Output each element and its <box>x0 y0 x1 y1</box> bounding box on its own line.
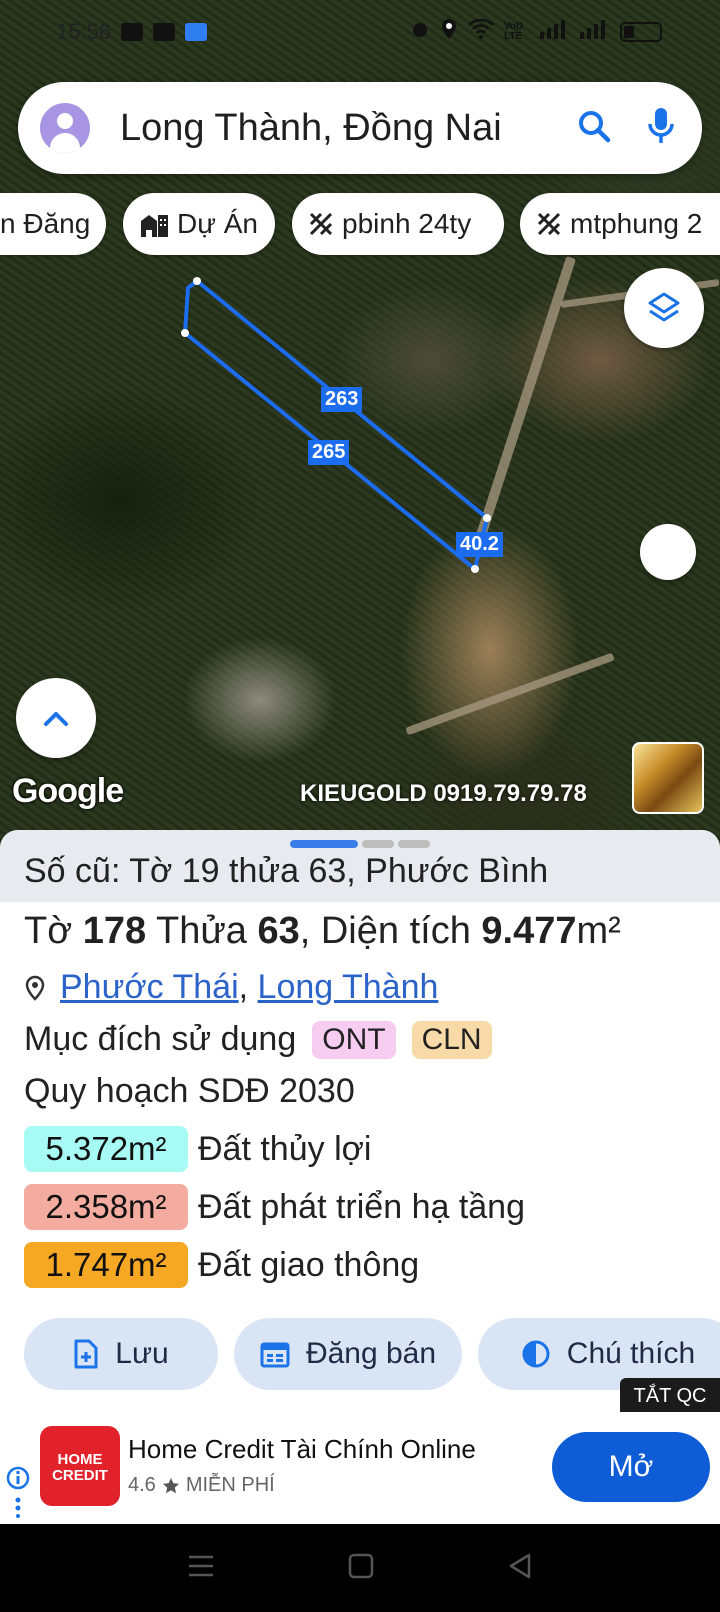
hotspot-icon <box>185 23 208 41</box>
parcel-info-sheet: Số cũ: Tờ 19 thửa 63, Phước Bình Tờ 178 … <box>0 830 720 1412</box>
chip-mtphung[interactable]: mtphung 2 <box>520 193 720 255</box>
ward-link[interactable]: Phước Thái <box>60 968 239 1007</box>
edge-label-263: 263 <box>321 387 363 412</box>
menu-icon[interactable] <box>187 1554 215 1583</box>
land-use-purpose: Mục đích sử dụng ONT CLN <box>24 1020 492 1059</box>
buildings-icon <box>141 215 168 237</box>
ad-banner[interactable]: HOME CREDIT Home Credit Tài Chính Online… <box>0 1412 720 1524</box>
calendar-icon <box>260 1342 290 1368</box>
watermark-text: KIEUGOLD 0919.79.79.78 <box>300 780 587 807</box>
filter-chips: n Đăng Dự Án pbinh 24ty mtphung 2 <box>0 193 720 255</box>
back-icon[interactable] <box>507 1552 533 1585</box>
add-file-icon <box>74 1339 98 1369</box>
plan-heading: Quy hoạch SDĐ 2030 <box>24 1072 355 1110</box>
home-icon[interactable] <box>348 1553 374 1584</box>
sheet-label: Tờ <box>24 910 83 952</box>
status-time: 15:56 <box>56 19 112 44</box>
save-button[interactable]: Lưu <box>24 1318 218 1390</box>
location-icon <box>440 18 458 46</box>
search-icon[interactable] <box>576 108 612 149</box>
plan-item: 5.372m² Đất thủy lợi <box>24 1126 371 1172</box>
status-bar: 15:56 VoD LTE <box>0 0 720 64</box>
purpose-tag-ont[interactable]: ONT <box>312 1020 396 1059</box>
expand-up-button[interactable] <box>16 678 96 758</box>
layers-button[interactable] <box>624 268 704 348</box>
chevron-up-icon <box>44 712 68 726</box>
plan-area-badge: 5.372m² <box>24 1126 188 1172</box>
plan-area-badge: 1.747m² <box>24 1242 188 1288</box>
notification-icon <box>121 23 144 41</box>
google-logo: Google <box>12 772 124 810</box>
notification-icon <box>153 23 176 41</box>
plot-label: Thửa <box>146 910 258 952</box>
save-label: Lưu <box>115 1337 169 1370</box>
sheet-handle[interactable] <box>362 840 394 848</box>
location-pin-icon <box>25 975 45 1001</box>
chip-label: Dự Án <box>177 208 258 239</box>
post-sale-button[interactable]: Đăng bán <box>234 1318 462 1390</box>
ad-meta: 4.6 MIỄN PHÍ <box>128 1474 275 1497</box>
purpose-tag-cln[interactable]: CLN <box>411 1020 492 1059</box>
layers-icon <box>648 292 680 322</box>
plan-item-label: Đất phát triển hạ tầng <box>198 1187 526 1226</box>
chip-du-an[interactable]: Dự Án <box>123 193 275 255</box>
home-credit-logo: HOME CREDIT <box>40 1426 120 1506</box>
district-link[interactable]: Long Thành <box>258 968 439 1007</box>
parcel-title: Tờ 178 Thửa 63, Diện tích 9.477m² <box>24 910 621 953</box>
action-bar: Lưu Đăng bán Chú thích <box>0 1318 720 1392</box>
info-icon[interactable] <box>6 1466 30 1523</box>
search-bar[interactable]: Long Thành, Đồng Nai <box>18 82 702 174</box>
location-separator: , <box>238 968 258 1006</box>
ad-price: MIỄN PHÍ <box>185 1474 275 1496</box>
edge-label-265: 265 <box>308 440 350 465</box>
star-icon <box>162 1477 179 1493</box>
sheet-handle-active[interactable] <box>290 840 358 848</box>
logo-text: HOME <box>57 1451 103 1468</box>
area-unit: m² <box>576 910 621 952</box>
chip-dang[interactable]: n Đăng <box>0 193 106 255</box>
plan-item-label: Đất giao thông <box>198 1245 420 1284</box>
chip-label: pbinh 24ty <box>342 208 472 239</box>
logo-text: CREDIT <box>52 1467 108 1484</box>
plan-item: 2.358m² Đất phát triển hạ tầng <box>24 1184 525 1230</box>
signal-icon <box>540 19 570 45</box>
post-sale-label: Đăng bán <box>305 1337 437 1370</box>
plan-item: 1.747m² Đất giao thông <box>24 1242 419 1288</box>
chip-label: mtphung 2 <box>570 208 703 239</box>
sheet-number: 178 <box>82 910 147 952</box>
chip-label: n Đăng <box>0 208 91 239</box>
alarm-icon <box>410 19 430 45</box>
plan-area-badge: 2.358m² <box>24 1184 188 1230</box>
chip-pbinh[interactable]: pbinh 24ty <box>292 193 504 255</box>
battery-icon <box>620 22 662 42</box>
close-ad-button[interactable]: TẮT QC <box>620 1378 720 1414</box>
pattern-icon <box>537 212 561 236</box>
signal-icon <box>580 19 610 45</box>
parcel-location: Phước Thái, Long Thành <box>24 968 438 1007</box>
search-input[interactable]: Long Thành, Đồng Nai <box>120 107 576 150</box>
map-view[interactable]: 263 265 40.2 15:56 VoD LTE Long Thành, Đ… <box>0 0 720 850</box>
contrast-icon <box>522 1340 550 1368</box>
old-parcel-info: Số cũ: Tờ 19 thửa 63, Phước Bình <box>0 830 720 902</box>
avatar[interactable] <box>40 103 90 153</box>
ad-thumbnail[interactable] <box>632 742 704 814</box>
edge-label-40-2: 40.2 <box>456 532 503 557</box>
location-button[interactable] <box>640 524 696 580</box>
plot-number: 63 <box>257 910 300 952</box>
wifi-icon <box>468 18 494 45</box>
ad-rating: 4.6 <box>128 1474 156 1496</box>
network-type-label: VoD LTE <box>504 21 524 42</box>
sheet-handle[interactable] <box>398 840 430 848</box>
purpose-label: Mục đích sử dụng <box>24 1020 297 1058</box>
ad-open-button[interactable]: Mở <box>552 1432 710 1502</box>
area-value: 9.477 <box>481 910 577 952</box>
ad-title: Home Credit Tài Chính Online <box>128 1434 476 1464</box>
plan-item-label: Đất thủy lợi <box>198 1129 372 1168</box>
legend-label: Chú thích <box>566 1337 696 1370</box>
system-nav-bar <box>0 1524 720 1612</box>
microphone-icon[interactable] <box>646 106 676 151</box>
pattern-icon <box>309 212 333 236</box>
area-label: , Diện tích <box>299 910 482 952</box>
